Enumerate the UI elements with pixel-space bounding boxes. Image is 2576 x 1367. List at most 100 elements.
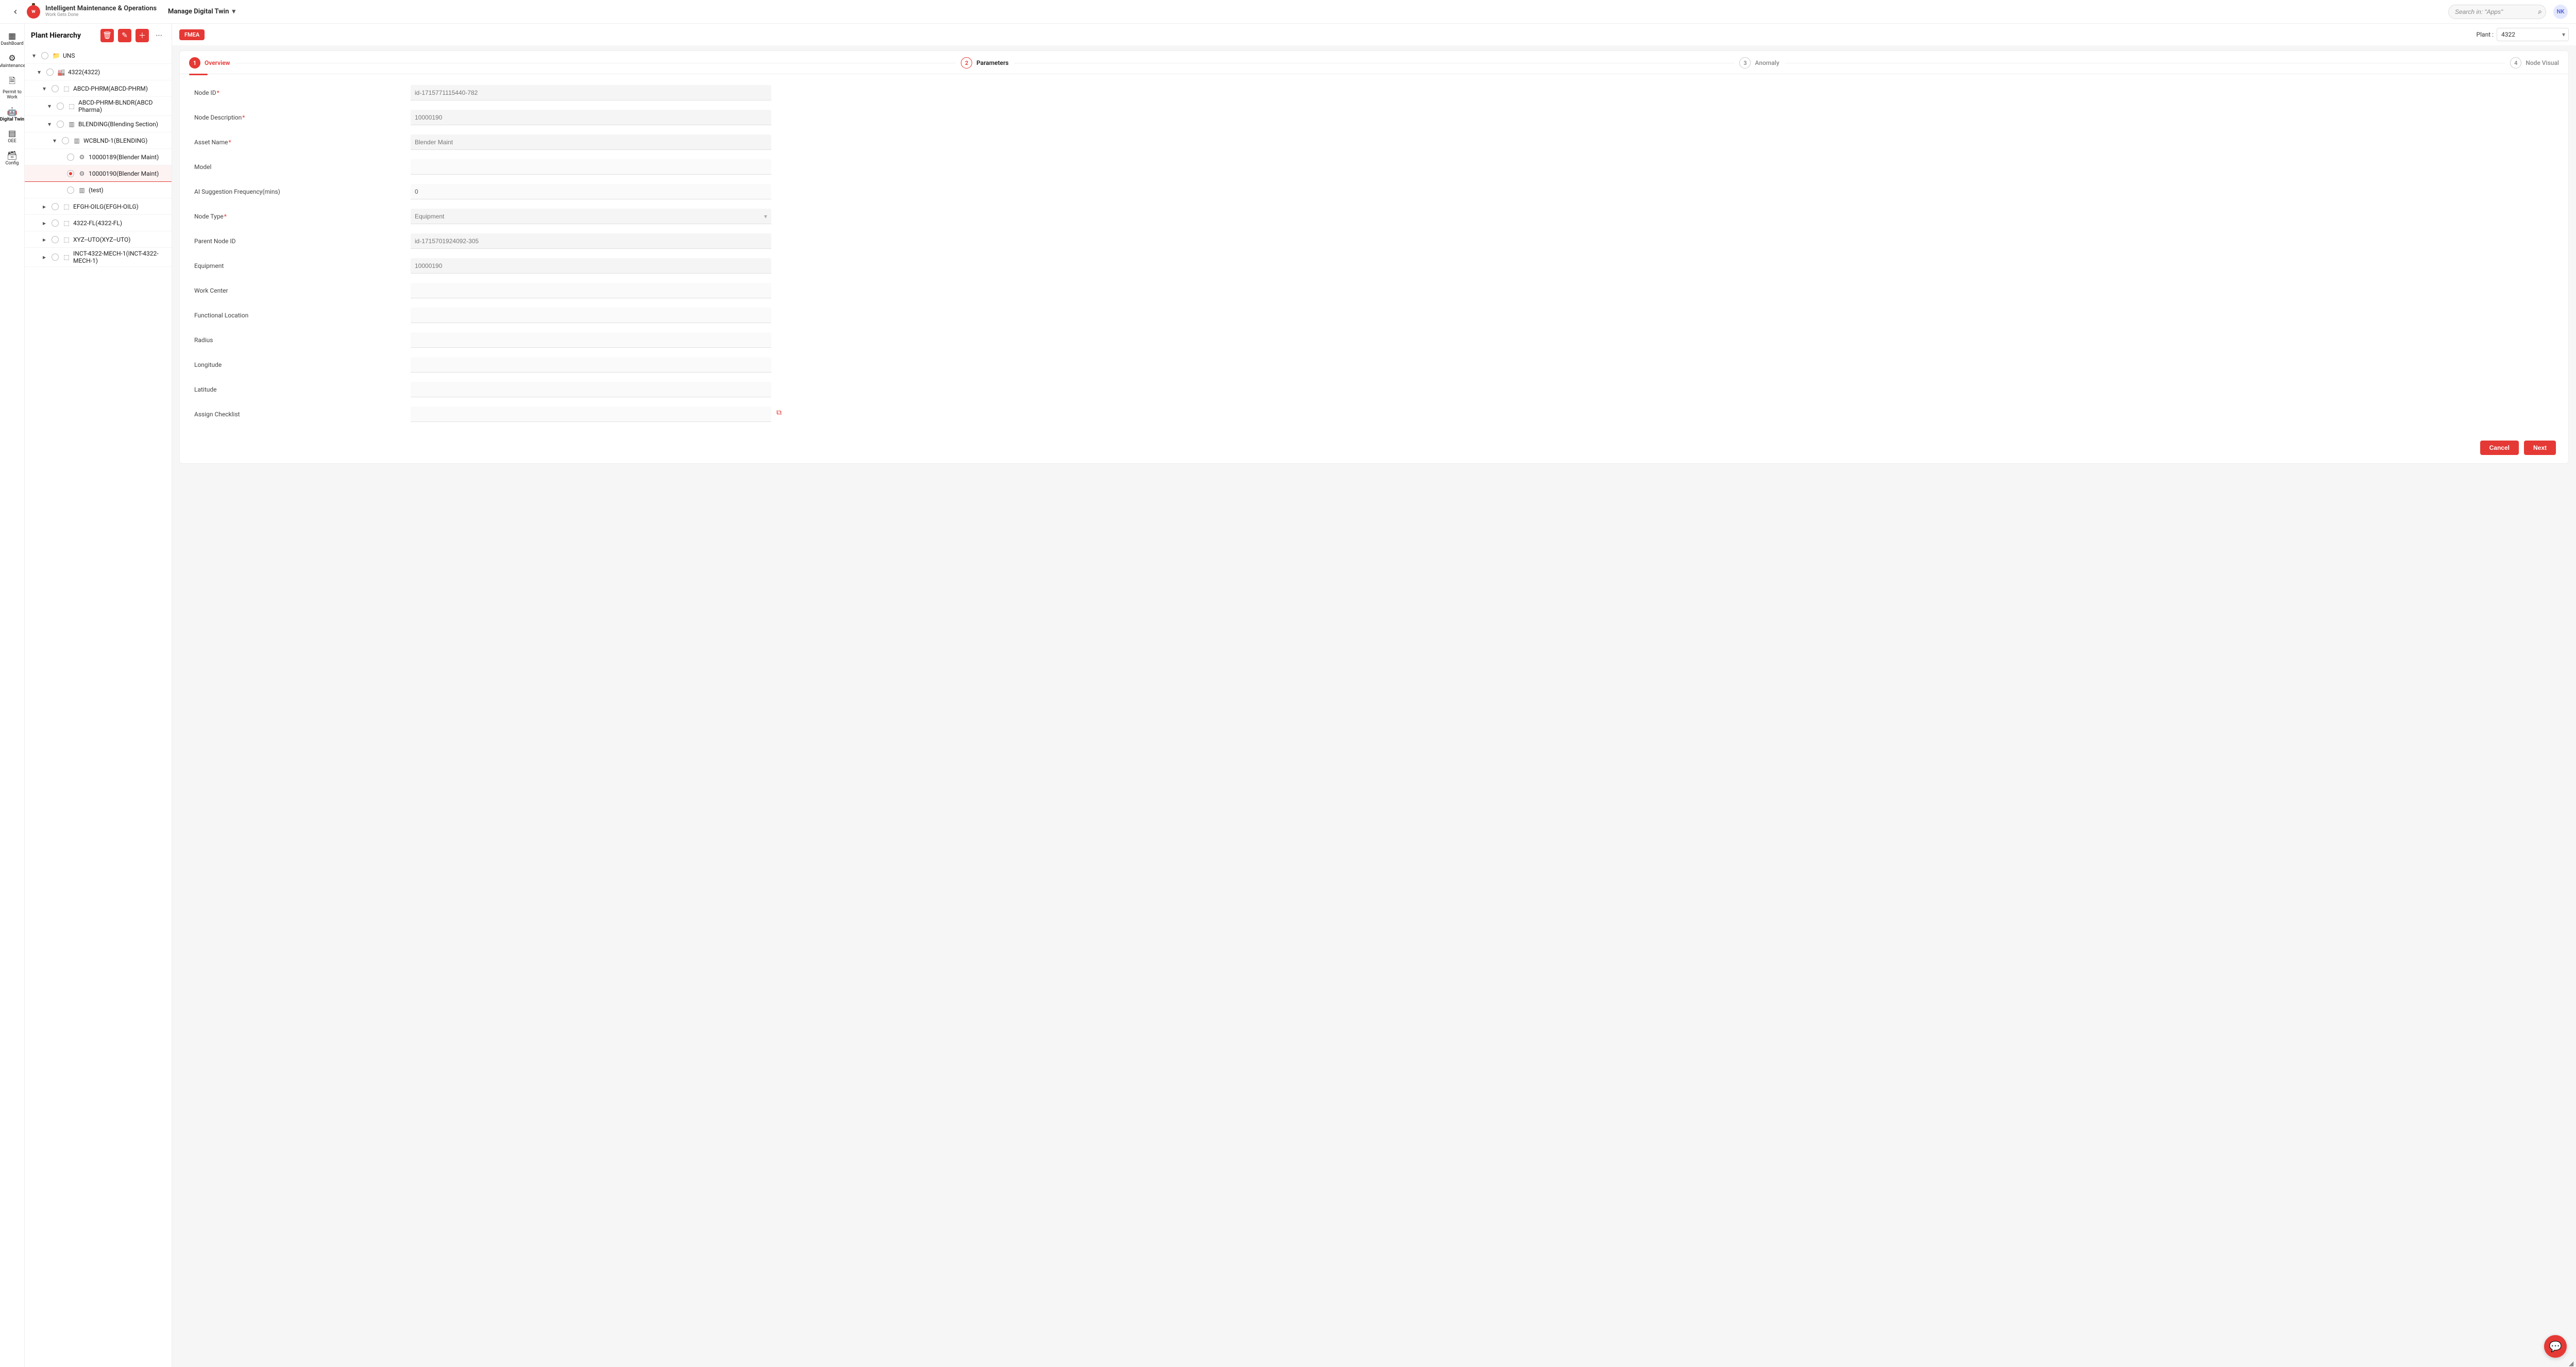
edit-button[interactable]: ✎ <box>118 29 131 42</box>
tree-radio[interactable] <box>57 103 64 110</box>
step-anomaly[interactable]: 3Anomaly <box>1739 57 1779 69</box>
tree-twisty-icon[interactable]: ▸ <box>40 236 48 243</box>
page-switcher[interactable]: Manage Digital Twin ▾ <box>168 8 235 15</box>
tree-row[interactable]: ▸⬚INCT-4322-MECH-1(INCT-4322-MECH-1) <box>25 248 172 267</box>
tree-row[interactable]: ▸⬚EFGH-OILG(EFGH-OILG) <box>25 198 172 215</box>
assign-checklist-icon[interactable]: ⧉ <box>776 409 782 417</box>
rail-dashboard[interactable]: ▦DashBoard <box>0 28 25 50</box>
rail-maintenance[interactable]: ⚙Maintenance <box>0 50 25 72</box>
cancel-button[interactable]: Cancel <box>2480 441 2519 455</box>
step-number: 4 <box>2510 57 2521 69</box>
brand-title: Intelligent Maintenance & Operations <box>45 5 157 12</box>
tree-radio[interactable] <box>46 69 54 76</box>
pencil-icon: ✎ <box>122 31 128 40</box>
longitude-field[interactable] <box>411 357 771 373</box>
parent-id-label: Parent Node ID <box>194 238 236 245</box>
rail-config[interactable]: 🗃Config <box>0 147 25 170</box>
node-desc-field[interactable] <box>411 110 771 125</box>
tree-row[interactable]: ▸⬚XYZ--UTO(XYZ--UTO) <box>25 231 172 248</box>
tree-radio[interactable] <box>41 52 48 59</box>
tree-node-label: 4322-FL(4322-FL) <box>73 220 167 227</box>
plant-select[interactable]: 4322 ▾ <box>2497 28 2569 41</box>
tree-node-icon: ⬚ <box>62 203 71 210</box>
tree-twisty-icon[interactable]: ▾ <box>50 137 59 144</box>
plant-label: Plant : <box>2477 31 2494 38</box>
rail-oee[interactable]: ▤OEE <box>0 125 25 147</box>
resize-handle[interactable]: ◢ <box>2569 1360 2575 1366</box>
chevron-down-icon: ▾ <box>232 8 235 15</box>
node-type-field[interactable] <box>411 209 771 224</box>
tree-row[interactable]: ▾⬚ABCD-PHRM-BLNDR(ABCD Pharma) <box>25 97 172 116</box>
tree-radio[interactable] <box>52 203 59 210</box>
tree-row[interactable]: ▥(test) <box>25 182 172 198</box>
add-button[interactable]: ＋ <box>135 29 149 42</box>
radius-field[interactable] <box>411 332 771 348</box>
chat-icon: 💬 <box>2549 1340 2562 1353</box>
tree-node-icon: ⬚ <box>62 236 71 243</box>
latitude-field[interactable] <box>411 382 771 397</box>
equipment-field[interactable] <box>411 258 771 274</box>
tree-row[interactable]: ▸⬚4322-FL(4322-FL) <box>25 215 172 231</box>
step-overview[interactable]: 1Overview <box>189 57 230 69</box>
work-center-label: Work Center <box>194 287 228 294</box>
plant-hierarchy-title: Plant Hierarchy <box>31 31 96 40</box>
delete-button[interactable]: 🗑 <box>100 29 114 42</box>
tree-twisty-icon[interactable]: ▸ <box>40 254 48 261</box>
oee-icon: ▤ <box>8 128 16 138</box>
parent-id-field[interactable] <box>411 233 771 249</box>
tree-node-icon: ⬚ <box>62 85 71 92</box>
tree-node-icon: ▥ <box>72 137 81 144</box>
tree-radio[interactable] <box>52 254 59 261</box>
search-input[interactable] <box>2448 5 2546 19</box>
tree-radio[interactable] <box>67 154 74 161</box>
tree-row[interactable]: ▾🏭4322(4322) <box>25 64 172 80</box>
ai-freq-field[interactable] <box>411 184 771 199</box>
tree-radio[interactable] <box>57 121 64 128</box>
tree-twisty-icon[interactable]: ▸ <box>40 220 48 227</box>
avatar[interactable]: NK <box>2553 5 2568 19</box>
tree-radio[interactable] <box>67 187 74 194</box>
tree-twisty-icon[interactable]: ▾ <box>35 69 43 76</box>
node-type-label: Node Type <box>194 213 224 220</box>
tree-radio[interactable] <box>67 170 74 177</box>
tree-twisty-icon[interactable]: ▾ <box>30 52 38 59</box>
tree-node-icon: 🏭 <box>57 69 66 76</box>
step-parameters[interactable]: 2Parameters <box>961 57 1009 69</box>
tree-twisty-icon[interactable]: ▸ <box>40 203 48 210</box>
tree-radio[interactable] <box>52 220 59 227</box>
tree-row[interactable]: ▾📁UNS <box>25 47 172 64</box>
rail-permit[interactable]: 🗎Permit to Work <box>0 72 25 104</box>
step-node-visual[interactable]: 4 Node Visual <box>2510 57 2559 69</box>
more-button[interactable]: ⋯ <box>153 32 165 40</box>
tree-node-icon: ⬚ <box>67 103 76 110</box>
rail-digital-twin[interactable]: 🤖Digital Twin <box>0 104 25 126</box>
back-button[interactable] <box>8 5 23 19</box>
next-button[interactable]: Next <box>2524 441 2556 455</box>
step-number: 1 <box>189 57 200 69</box>
step-label: Node Visual <box>2526 59 2559 66</box>
model-field[interactable] <box>411 159 771 175</box>
tree-row[interactable]: ▾▥WCBLND-1(BLENDING) <box>25 132 172 149</box>
node-id-field[interactable] <box>411 85 771 100</box>
fmea-chip[interactable]: FMEA <box>179 29 205 40</box>
work-center-field[interactable] <box>411 283 771 298</box>
chat-fab[interactable]: 💬 <box>2544 1335 2567 1358</box>
tree-twisty-icon[interactable]: ▾ <box>45 121 54 128</box>
asset-name-field[interactable] <box>411 134 771 150</box>
plus-icon: ＋ <box>139 30 146 41</box>
tree-row[interactable]: ⚙10000190(Blender Maint) <box>25 165 172 182</box>
func-loc-field[interactable] <box>411 308 771 323</box>
tree-row[interactable]: ▾⬚ABCD-PHRM(ABCD-PHRM) <box>25 80 172 97</box>
tree-row[interactable]: ▾▥BLENDING(Blending Section) <box>25 116 172 132</box>
maintenance-icon: ⚙ <box>8 53 15 63</box>
tree-radio[interactable] <box>62 137 69 144</box>
tree-radio[interactable] <box>52 236 59 243</box>
tree-twisty-icon[interactable]: ▾ <box>40 85 48 92</box>
step-number: 2 <box>961 57 972 69</box>
tree-radio[interactable] <box>52 85 59 92</box>
tree-row[interactable]: ⚙10000189(Blender Maint) <box>25 149 172 165</box>
step-number: 3 <box>1739 57 1751 69</box>
search-icon[interactable]: ⌕ <box>2538 8 2542 16</box>
tree-twisty-icon[interactable]: ▾ <box>45 103 54 110</box>
assign-checklist-field[interactable] <box>411 407 771 422</box>
